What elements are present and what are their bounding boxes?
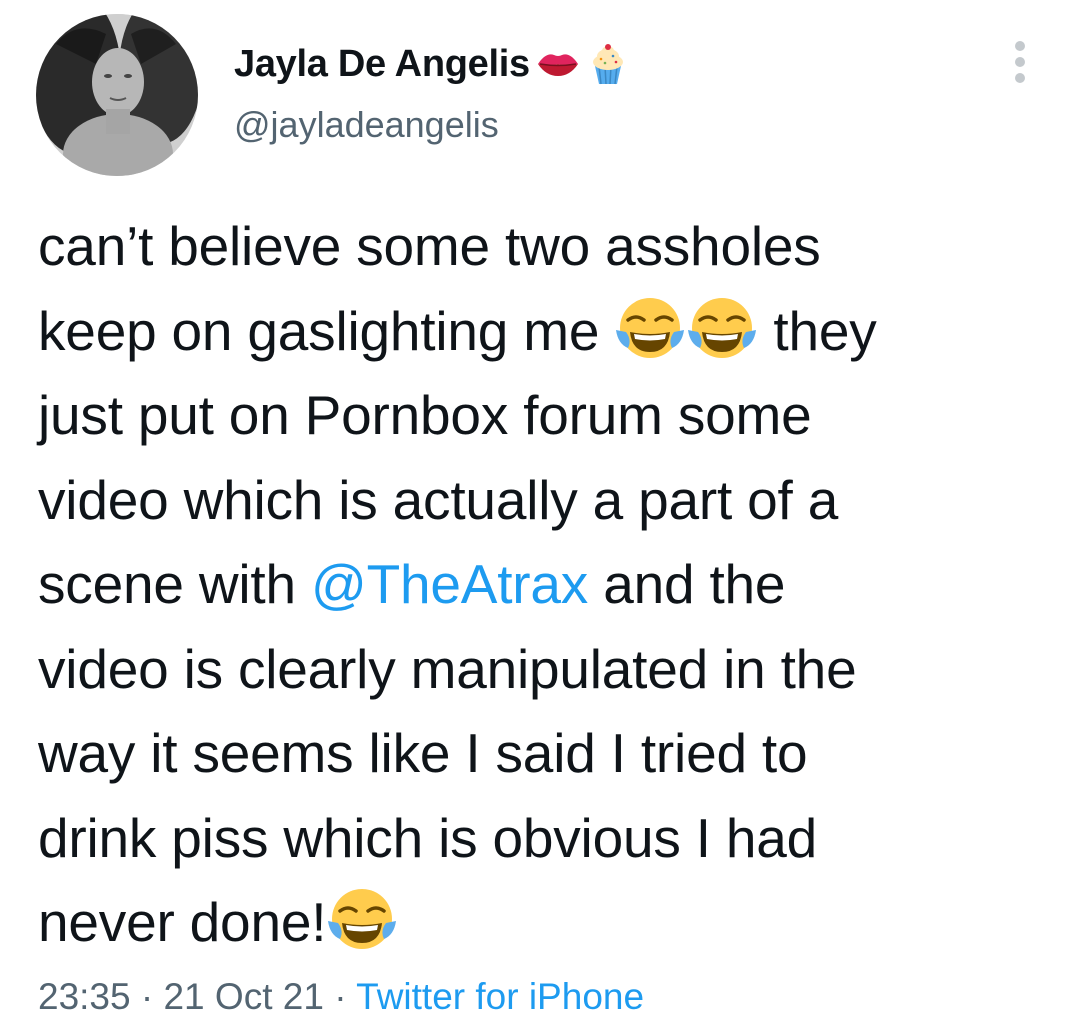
tweet-line: video is clearly manipulated in the [38, 637, 857, 700]
meta-separator: · [130, 976, 164, 1017]
tweet-line: scene with @TheAtrax and the [38, 542, 1058, 627]
tweet-line: never done! [38, 880, 1058, 965]
tweet-time[interactable]: 23:35 [38, 976, 131, 1017]
author-handle[interactable]: @jayladeangelis [234, 104, 499, 146]
tweet-text-segment: keep on gaslighting me [38, 299, 615, 362]
tweet-source-link[interactable]: Twitter for iPhone [356, 976, 644, 1017]
display-name[interactable]: Jayla De Angelis [234, 43, 530, 86]
face-with-tears-of-joy-emoji-icon [326, 883, 398, 955]
tweet-line: just put on Pornbox forum some [38, 384, 812, 446]
avatar[interactable] [36, 14, 198, 176]
face-with-tears-of-joy-emoji-icon [614, 292, 686, 364]
tweet: Jayla De Angelis @jayladeangelis can’t b… [0, 0, 1080, 1033]
tweet-text-segment: never done! [38, 891, 327, 953]
tweet-date[interactable]: 21 Oct 21 [163, 976, 323, 1017]
more-options-icon[interactable] [1004, 40, 1036, 84]
tweet-line: drink piss which is obvious I had [38, 806, 818, 869]
tweet-text-segment: and the [588, 553, 786, 615]
meta-separator: · [323, 976, 357, 1017]
tweet-text: can’t believe some two assholes keep on … [38, 204, 1058, 965]
tweet-line: way it seems like I said I tried to [38, 722, 808, 784]
tweet-line: keep on gaslighting me they [38, 289, 1058, 374]
tweet-line: video which is actually a part of a [38, 468, 839, 531]
tweet-text-segment: scene with [38, 553, 311, 615]
tweet-line: can’t believe some two assholes [38, 215, 821, 277]
tweet-text-segment: they [758, 299, 877, 362]
tweet-meta: 23:35 · 21 Oct 21 · Twitter for iPhone [38, 976, 644, 1018]
author-name-row[interactable]: Jayla De Angelis [234, 38, 630, 90]
avatar-photo [36, 14, 198, 176]
lips-emoji-icon [536, 42, 580, 86]
face-with-tears-of-joy-emoji-icon [686, 292, 758, 364]
mention-link[interactable]: @TheAtrax [311, 553, 588, 615]
cupcake-emoji-icon [586, 42, 630, 86]
